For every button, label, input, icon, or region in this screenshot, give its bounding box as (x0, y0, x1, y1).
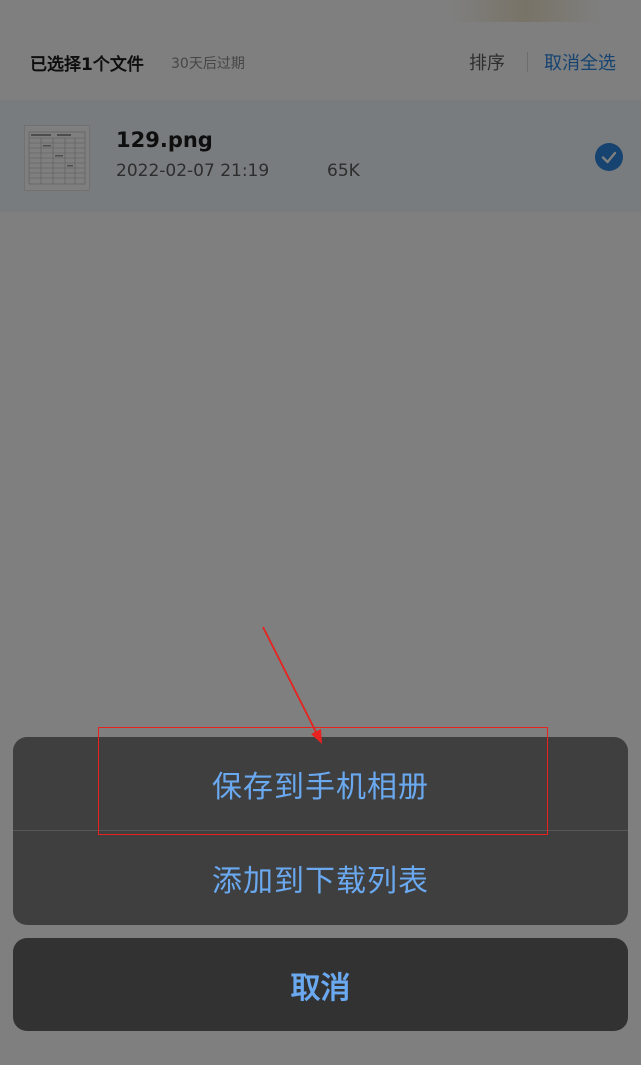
annotation-arrow (262, 626, 322, 744)
